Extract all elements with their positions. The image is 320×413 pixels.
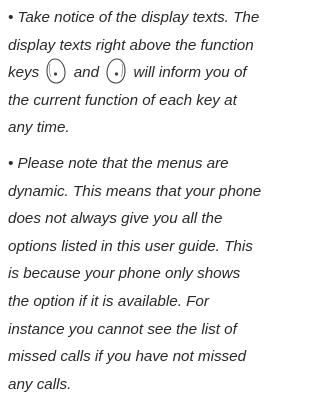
text-line: any calls. bbox=[8, 375, 72, 393]
right-function-key-icon bbox=[106, 58, 126, 84]
text-line: • Please note that the menus are bbox=[8, 154, 229, 172]
text-line: is because your phone only shows bbox=[8, 265, 241, 283]
text-line: does not always give you all the bbox=[8, 210, 223, 228]
text-line-with-icons: keys and will inform you of bbox=[8, 58, 302, 87]
line-3-end: will inform you of bbox=[133, 64, 247, 82]
dynamic-menus-paragraph: • Please note that the menus are dynamic… bbox=[8, 150, 302, 398]
text-line: the current function of each key at bbox=[8, 91, 237, 109]
and-word: and bbox=[73, 64, 100, 82]
manual-page: • Take notice of the display texts. The … bbox=[8, 4, 302, 398]
text-line: any time. bbox=[8, 119, 70, 137]
text-line: dynamic. This means that your phone bbox=[8, 182, 262, 200]
text-line: display texts right above the function bbox=[8, 36, 254, 54]
text-line: missed calls if you have not missed bbox=[8, 348, 247, 366]
text-line: options listed in this user guide. This bbox=[8, 237, 253, 255]
text-line: • Take notice of the display texts. The bbox=[8, 9, 260, 26]
display-texts-paragraph: • Take notice of the display texts. The … bbox=[8, 4, 302, 142]
text-line: the option if it is available. For bbox=[8, 292, 209, 310]
text-line: instance you cannot see the list of bbox=[8, 320, 237, 338]
left-function-key-icon bbox=[46, 58, 67, 84]
keys-word: keys bbox=[8, 64, 40, 82]
